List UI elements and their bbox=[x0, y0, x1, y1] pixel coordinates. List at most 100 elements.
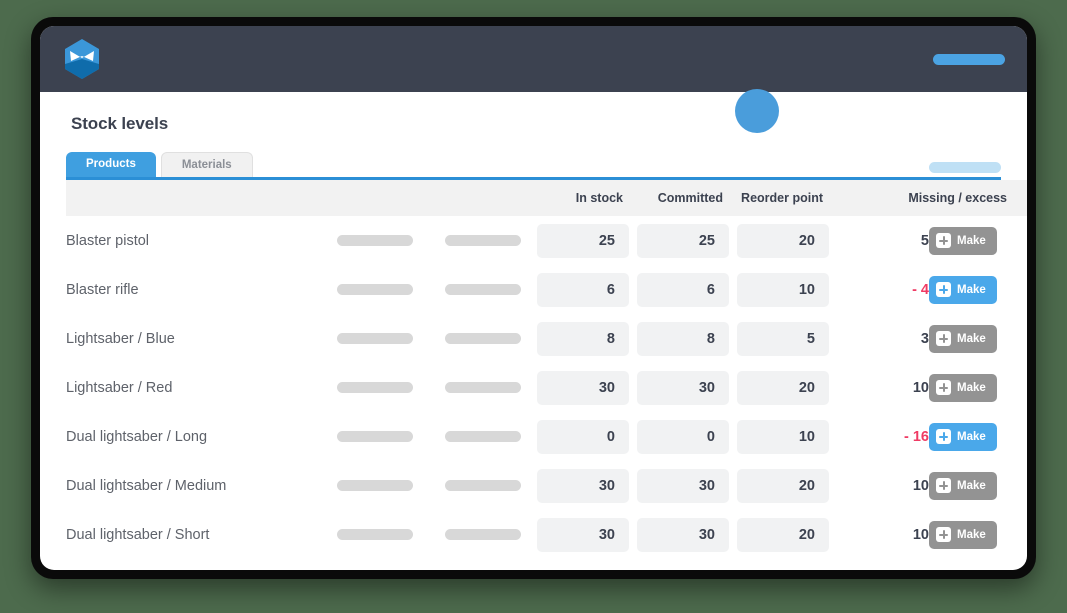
placeholder-bar bbox=[337, 431, 413, 442]
tab-materials[interactable]: Materials bbox=[160, 152, 253, 177]
plus-square-icon bbox=[936, 429, 951, 444]
cell-committed[interactable]: 6 bbox=[637, 265, 737, 314]
cell-reorder-point[interactable]: 20 bbox=[737, 216, 837, 265]
in-stock-value[interactable]: 8 bbox=[537, 321, 629, 356]
placeholder-bar bbox=[445, 431, 521, 442]
tab-action-placeholder[interactable] bbox=[929, 162, 1001, 173]
column-header-placeholder-b bbox=[429, 180, 537, 216]
table-body: Blaster pistol 25 25 20 5 Make Blaster rifle 6 6… bbox=[66, 216, 1027, 559]
make-button-label: Make bbox=[957, 430, 986, 443]
cell-product-name: Dual lightsaber / Medium bbox=[66, 477, 227, 494]
make-button-label: Make bbox=[957, 332, 986, 345]
placeholder-bar bbox=[337, 382, 413, 393]
placeholder-bar bbox=[337, 284, 413, 295]
plus-square-icon bbox=[936, 282, 951, 297]
column-header-reorder-point[interactable]: Reorder point bbox=[737, 180, 837, 216]
cell-reorder-point[interactable]: 10 bbox=[737, 265, 837, 314]
reorder-point-value[interactable]: 20 bbox=[737, 223, 829, 258]
cell-missing-excess: 10 bbox=[912, 526, 929, 543]
cell-reorder-point[interactable]: 20 bbox=[737, 510, 837, 559]
column-header-name bbox=[66, 180, 321, 216]
cell-action: Make bbox=[929, 314, 1027, 363]
app-header bbox=[40, 26, 1027, 92]
placeholder-bar bbox=[337, 529, 413, 540]
reorder-point-value[interactable]: 20 bbox=[737, 468, 829, 503]
make-button[interactable]: Make bbox=[929, 275, 997, 304]
committed-value[interactable]: 0 bbox=[637, 419, 729, 454]
cell-in-stock[interactable]: 30 bbox=[537, 363, 637, 412]
cell-committed[interactable]: 0 bbox=[637, 412, 737, 461]
committed-value[interactable]: 30 bbox=[637, 370, 729, 405]
column-header-committed[interactable]: Committed bbox=[637, 180, 737, 216]
cell-committed[interactable]: 8 bbox=[637, 314, 737, 363]
make-button-label: Make bbox=[957, 381, 986, 394]
cell-placeholder-a bbox=[321, 510, 429, 559]
cell-action: Make bbox=[929, 412, 1027, 461]
make-button[interactable]: Make bbox=[929, 226, 997, 255]
circle-cursor-icon bbox=[735, 89, 779, 133]
in-stock-value[interactable]: 6 bbox=[537, 272, 629, 307]
reorder-point-value[interactable]: 20 bbox=[737, 517, 829, 552]
placeholder-bar bbox=[445, 333, 521, 344]
in-stock-value[interactable]: 0 bbox=[537, 419, 629, 454]
in-stock-value[interactable]: 30 bbox=[537, 370, 629, 405]
cell-reorder-point[interactable]: 20 bbox=[737, 363, 837, 412]
in-stock-value[interactable]: 30 bbox=[537, 468, 629, 503]
column-header-in-stock[interactable]: In stock bbox=[537, 180, 637, 216]
reorder-point-value[interactable]: 10 bbox=[737, 272, 829, 307]
cell-missing-excess: 10 bbox=[912, 379, 929, 396]
make-button-label: Make bbox=[957, 234, 986, 247]
cell-placeholder-a bbox=[321, 461, 429, 510]
cell-committed[interactable]: 30 bbox=[637, 461, 737, 510]
make-button[interactable]: Make bbox=[929, 422, 997, 451]
cell-product-name: Blaster pistol bbox=[66, 232, 150, 249]
cell-committed[interactable]: 30 bbox=[637, 510, 737, 559]
tab-products[interactable]: Products bbox=[66, 152, 156, 177]
cell-in-stock[interactable]: 30 bbox=[537, 461, 637, 510]
table-row: Dual lightsaber / Short 30 30 20 10 Make bbox=[66, 510, 1027, 559]
in-stock-value[interactable]: 25 bbox=[537, 223, 629, 258]
cell-in-stock[interactable]: 0 bbox=[537, 412, 637, 461]
header-action-placeholder[interactable] bbox=[933, 53, 1005, 65]
cell-action: Make bbox=[929, 265, 1027, 314]
placeholder-bar bbox=[445, 529, 521, 540]
committed-value[interactable]: 30 bbox=[637, 517, 729, 552]
cell-in-stock[interactable]: 8 bbox=[537, 314, 637, 363]
cell-committed[interactable]: 25 bbox=[637, 216, 737, 265]
cell-placeholder-a bbox=[321, 363, 429, 412]
page-title: Stock levels bbox=[71, 114, 169, 133]
cell-in-stock[interactable]: 25 bbox=[537, 216, 637, 265]
reorder-point-value[interactable]: 10 bbox=[737, 419, 829, 454]
make-button[interactable]: Make bbox=[929, 373, 997, 402]
make-button-label: Make bbox=[957, 283, 986, 296]
cell-reorder-point[interactable]: 20 bbox=[737, 461, 837, 510]
make-button[interactable]: Make bbox=[929, 324, 997, 353]
committed-value[interactable]: 30 bbox=[637, 468, 729, 503]
cell-product-name: Blaster rifle bbox=[66, 281, 139, 298]
table-row: Dual lightsaber / Long 0 0 10- 16 Make bbox=[66, 412, 1027, 461]
cell-reorder-point[interactable]: 5 bbox=[737, 314, 837, 363]
in-stock-value[interactable]: 30 bbox=[537, 517, 629, 552]
committed-value[interactable]: 8 bbox=[637, 321, 729, 356]
hexagon-mask-logo-icon[interactable] bbox=[62, 37, 102, 81]
reorder-point-value[interactable]: 20 bbox=[737, 370, 829, 405]
cell-committed[interactable]: 30 bbox=[637, 363, 737, 412]
column-header-missing-excess[interactable]: Missing / excess bbox=[837, 180, 1027, 216]
committed-value[interactable]: 25 bbox=[637, 223, 729, 258]
cell-missing-excess: - 4 bbox=[912, 281, 929, 298]
cell-action: Make bbox=[929, 363, 1027, 412]
plus-square-icon bbox=[936, 331, 951, 346]
cell-product-name: Dual lightsaber / Short bbox=[66, 526, 210, 543]
committed-value[interactable]: 6 bbox=[637, 272, 729, 307]
cell-in-stock[interactable]: 30 bbox=[537, 510, 637, 559]
cell-placeholder-b bbox=[429, 510, 537, 559]
make-button[interactable]: Make bbox=[929, 471, 997, 500]
cell-reorder-point[interactable]: 10 bbox=[737, 412, 837, 461]
tabs-right-area bbox=[929, 162, 1001, 173]
cell-placeholder-b bbox=[429, 363, 537, 412]
column-header-placeholder-a bbox=[321, 180, 429, 216]
cell-in-stock[interactable]: 6 bbox=[537, 265, 637, 314]
make-button-label: Make bbox=[957, 479, 986, 492]
make-button[interactable]: Make bbox=[929, 520, 997, 549]
reorder-point-value[interactable]: 5 bbox=[737, 321, 829, 356]
